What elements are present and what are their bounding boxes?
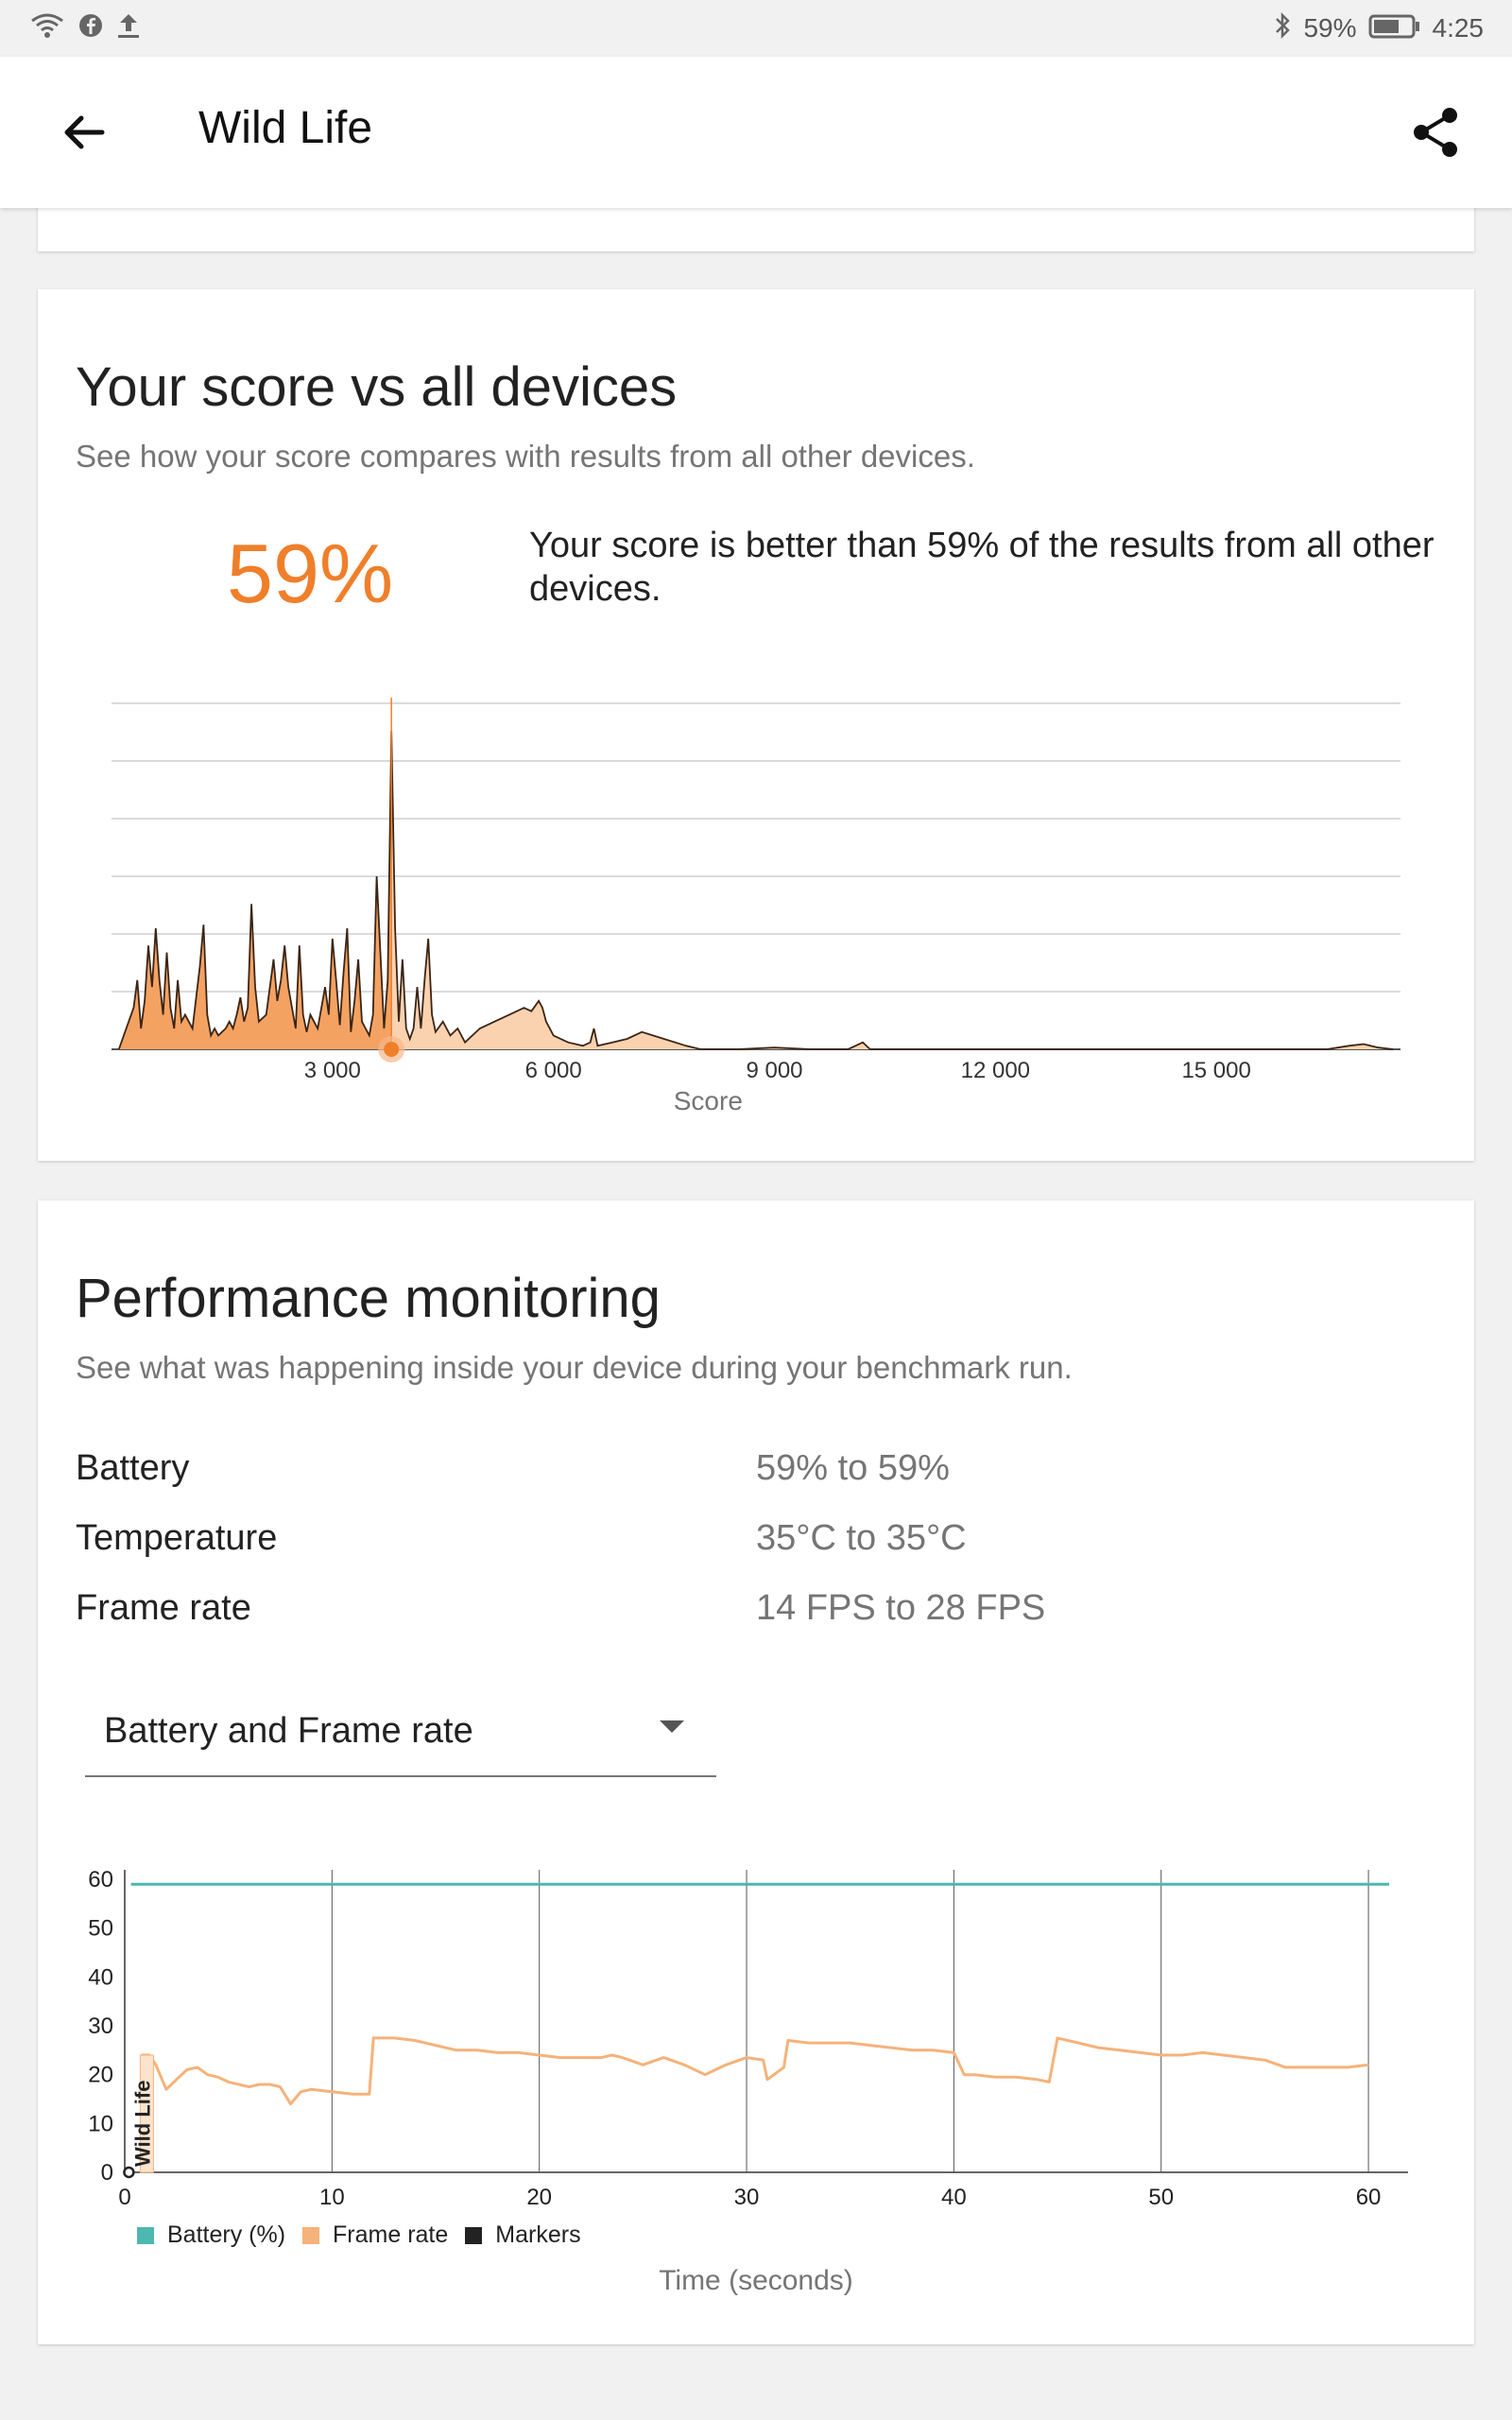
legend-item-frame-rate[interactable]: Frame rate	[302, 2221, 448, 2249]
distribution-line	[117, 731, 1394, 1050]
score-card: Your score vs all devices See how your s…	[38, 289, 1474, 1161]
distribution-area-above	[391, 731, 1394, 1049]
share-button[interactable]	[1408, 104, 1465, 161]
legend-swatch-battery	[137, 2226, 154, 2244]
y-tick-label: 40	[88, 1964, 113, 1990]
status-right: 59% 4:25	[1273, 11, 1484, 46]
legend-label-battery: Battery (%)	[167, 2221, 286, 2248]
x-tick-label: 60	[1356, 2185, 1382, 2210]
x-tick-label: 0	[118, 2185, 130, 2210]
your-score-marker	[384, 1042, 400, 1057]
marker-point	[123, 2166, 135, 2179]
back-button[interactable]	[57, 104, 113, 161]
status-left	[28, 11, 142, 46]
distribution-area-below	[118, 732, 392, 1049]
x-tick-label: 6 000	[525, 1058, 582, 1083]
chart-legend: Battery (%) Frame rate Markers	[137, 2221, 587, 2249]
frame-rate-series-line	[141, 2036, 1369, 2106]
share-icon	[1408, 108, 1465, 164]
facebook-icon	[77, 12, 104, 45]
legend-label-frame-rate: Frame rate	[333, 2221, 449, 2248]
bluetooth-icon	[1273, 11, 1292, 46]
page-title: Wild Life	[198, 103, 373, 153]
time-axis-title: Time (seconds)	[659, 2265, 853, 2296]
legend-swatch-frame-rate	[302, 2226, 320, 2244]
performance-card: Performance monitoring See what was happ…	[38, 1201, 1474, 2344]
y-tick-label: 20	[88, 2063, 113, 2088]
x-tick-label: 3 000	[304, 1058, 361, 1083]
x-tick-label: 12 000	[961, 1058, 1030, 1083]
score-distribution-chart: 3 000 6 000 9 000 12 000 15 000 Score	[112, 698, 1400, 1115]
battery-percent: 59%	[1303, 13, 1357, 43]
legend-label-markers: Markers	[495, 2221, 581, 2248]
marker-label: Wild Life	[130, 2081, 154, 2167]
x-tick-label: 20	[526, 2185, 552, 2210]
app-bar: Wild Life	[0, 57, 1512, 208]
x-axis-title: Score	[674, 1086, 743, 1115]
y-tick-label: 0	[101, 2160, 113, 2186]
legend-item-markers[interactable]: Markers	[465, 2221, 581, 2249]
status-bar: 59% 4:25	[0, 0, 1512, 57]
y-tick-label: 50	[88, 1916, 113, 1942]
y-tick-label: 10	[88, 2111, 113, 2136]
x-tick-label: 30	[734, 2185, 760, 2210]
legend-item-battery[interactable]: Battery (%)	[137, 2221, 285, 2249]
performance-chart: 0 10 20 30 40 50 60 0 10 20 30 40 50 60 Wild Life	[88, 1867, 1408, 2210]
x-tick-label: 50	[1148, 2185, 1174, 2210]
x-tick-label: 10	[319, 2185, 345, 2210]
upload-icon	[115, 11, 142, 46]
battery-icon	[1368, 12, 1421, 45]
arrow-left-icon	[57, 115, 113, 164]
y-tick-label: 60	[88, 1867, 113, 1893]
legend-swatch-markers	[465, 2226, 483, 2244]
status-time: 4:25	[1432, 13, 1485, 43]
x-tick-label: 15 000	[1181, 1058, 1250, 1083]
x-tick-label: 40	[941, 2185, 967, 2210]
y-tick-label: 30	[88, 2014, 113, 2039]
wifi-icon	[28, 11, 66, 46]
x-tick-label: 9 000	[746, 1058, 802, 1083]
